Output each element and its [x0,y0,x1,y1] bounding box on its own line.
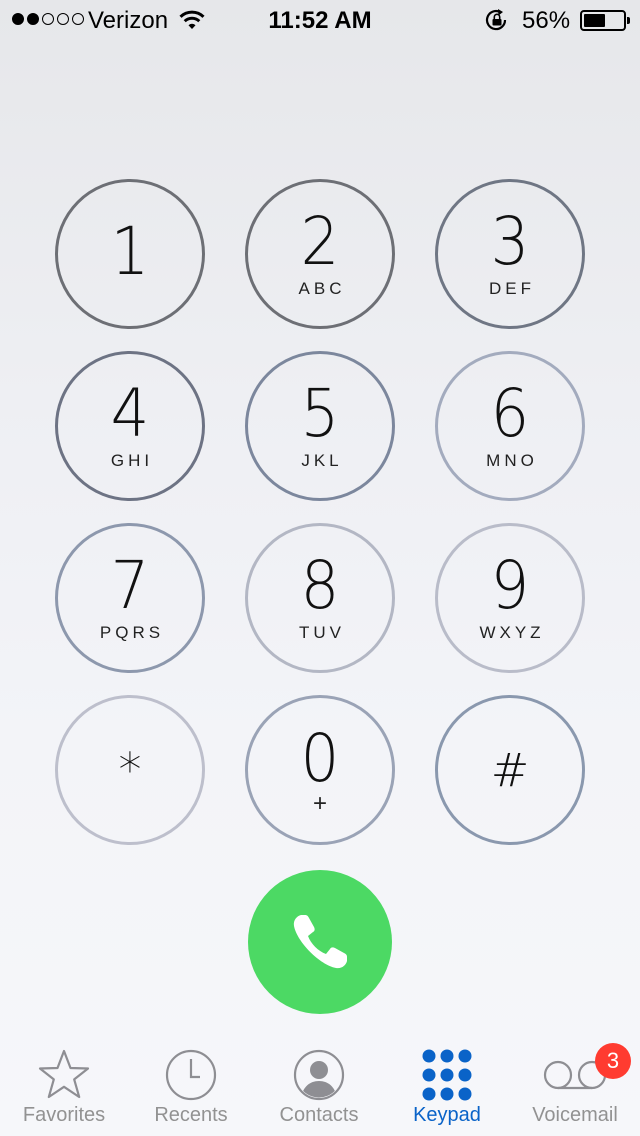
key-letters: GHI [110,451,154,470]
key-digit: 2 [300,203,340,280]
key-star[interactable]: * [55,695,205,845]
key-letters: TUV [299,623,345,642]
tab-label: Recents [154,1104,228,1126]
key-digit: 6 [490,375,530,452]
key-1[interactable]: 1 [55,179,205,329]
key-5[interactable]: 5 JKL [245,351,395,501]
key-letters: + [312,790,327,817]
key-digit: 1 [110,213,150,290]
key-pound[interactable]: # [435,695,585,845]
keypad-grid-icon [422,1049,472,1101]
key-digit: 8 [300,547,340,624]
call-button[interactable] [248,870,392,1014]
star-icon [38,1049,90,1099]
key-8[interactable]: 8 TUV [245,523,395,673]
key-letters: ABC [298,279,346,298]
key-2[interactable]: 2 ABC [245,179,395,329]
key-4[interactable]: 4 GHI [55,351,205,501]
phone-handset-icon [293,915,347,969]
key-digit: 0 [300,720,340,797]
key-digit: 5 [300,375,340,452]
key-7[interactable]: 7 PQRS [55,523,205,673]
key-digit: 3 [490,203,530,280]
dial-keypad: 1 2 ABC 3 DEF 4 GHI 5 JKL 6 MNO 7 PQRS 8… [0,0,640,1136]
tab-label: Keypad [413,1104,481,1126]
clock-icon [165,1049,217,1101]
key-9[interactable]: 9 WXYZ [435,523,585,673]
key-0[interactable]: 0 + [245,695,395,845]
contact-silhouette-icon [293,1049,345,1101]
key-digit: 9 [490,547,530,624]
tab-favorites[interactable]: Favorites [0,1040,128,1136]
key-digit: 7 [110,547,150,624]
tab-bar: Favorites Recents Contacts Keypad Voicem… [0,1040,640,1136]
key-digit: # [490,743,530,797]
key-letters: MNO [486,451,538,470]
key-digit: * [118,743,142,797]
key-digit: 4 [110,375,150,452]
tab-contacts[interactable]: Contacts [255,1040,383,1136]
tab-keypad[interactable]: Keypad [383,1040,511,1136]
tab-label: Voicemail [532,1104,618,1126]
tab-label: Contacts [279,1104,359,1126]
key-letters: PQRS [99,623,165,642]
tab-recents[interactable]: Recents [127,1040,255,1136]
key-letters: JKL [301,451,343,470]
key-letters: WXYZ [479,623,545,642]
key-letters: DEF [489,279,535,298]
tab-label: Favorites [22,1104,106,1126]
voicemail-badge: 3 [595,1043,631,1079]
key-6[interactable]: 6 MNO [435,351,585,501]
key-3[interactable]: 3 DEF [435,179,585,329]
